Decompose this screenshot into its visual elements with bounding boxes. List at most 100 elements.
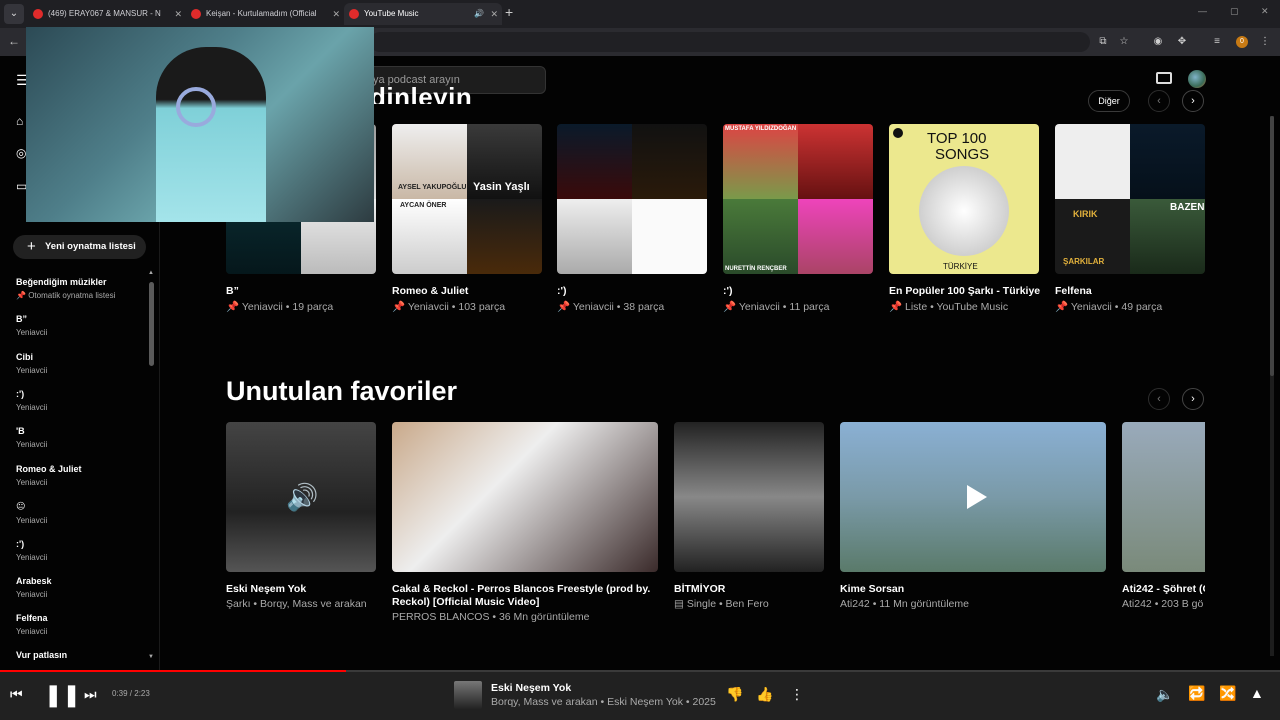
- card-title: Cakal & Reckol - Perros Blancos Freestyl…: [392, 583, 651, 608]
- album-art-text: MUSTAFA YILDIZDOĞAN: [725, 126, 797, 132]
- close-tab-icon[interactable]: ✕: [490, 3, 498, 25]
- sidebar-item[interactable]: Felfena Yeniavcii: [16, 613, 146, 636]
- sidebar-item-liked-music[interactable]: Beğendiğim müzikler 📌 Otomatik oynatma l…: [16, 277, 146, 300]
- sidebar-item-label: Cibi: [16, 352, 33, 362]
- carousel-prev-button[interactable]: ‹: [1148, 388, 1170, 410]
- play-icon[interactable]: [967, 485, 987, 509]
- now-playing-subtitle[interactable]: Borqy, Mass ve arakan • Eski Neşem Yok •…: [491, 696, 716, 708]
- card-title: Ati242 - Şöhret (O: [1122, 583, 1205, 595]
- back-arrow-icon[interactable]: ←: [8, 34, 20, 48]
- more-options-icon[interactable]: ⋮: [790, 686, 804, 703]
- album-art-text: KIRIK: [1073, 209, 1098, 219]
- previous-track-icon[interactable]: ⏮: [10, 686, 23, 703]
- minimize-icon[interactable]: —: [1198, 6, 1207, 16]
- expand-player-icon[interactable]: ▲: [1250, 685, 1264, 701]
- bookmark-star-icon[interactable]: ☆: [1118, 36, 1130, 48]
- sidebar-item[interactable]: B” Yeniavcii: [16, 314, 146, 337]
- playback-time: 0:39 / 2:23: [112, 689, 150, 698]
- tab-search-icon[interactable]: ⌄: [4, 4, 24, 24]
- sidebar-item[interactable]: Vur patlasın: [16, 650, 146, 660]
- sidebar-item[interactable]: Romeo & Juliet Yeniavcii: [16, 464, 146, 487]
- like-icon[interactable]: 👍: [756, 686, 773, 703]
- player-bar: ⏮ ❚❚ ⏭ 0:39 / 2:23 Eski Neşem Yok Borqy,…: [0, 672, 1280, 720]
- maximize-icon[interactable]: ▢: [1230, 6, 1239, 17]
- card-title: Eski Neşem Yok: [226, 583, 307, 595]
- scroll-down-icon[interactable]: ▼: [148, 654, 154, 660]
- song-thumbnail: [674, 422, 824, 572]
- card-title: BİTMİYOR: [674, 583, 726, 595]
- browser-tab-3[interactable]: YouTube Music 🔊 ✕: [344, 3, 502, 25]
- album-art-text: ŞARKILAR: [1063, 257, 1105, 266]
- now-playing-thumbnail[interactable]: [454, 681, 482, 709]
- pause-icon[interactable]: ❚❚: [44, 682, 81, 708]
- close-window-icon[interactable]: ✕: [1261, 6, 1269, 17]
- playlist-thumbnail: KIRIK ŞARKILAR BAZEN: [1055, 124, 1205, 274]
- video-thumbnail: [840, 422, 1106, 572]
- album-art-text: NURETTİN RENÇBER: [725, 266, 787, 272]
- incognito-icon[interactable]: ◉: [1152, 36, 1164, 48]
- section-title: Unutulan favoriler: [226, 376, 458, 406]
- cast-icon[interactable]: [1156, 72, 1172, 84]
- sidebar-item-sublabel: Yeniavcii: [16, 440, 48, 449]
- browser-tab-1[interactable]: (469) ERAY067 & MANSUR - N ✕: [28, 3, 186, 25]
- sidebar-item[interactable]: Arabesk Yeniavcii: [16, 576, 146, 599]
- page-scrollbar[interactable]: [1270, 116, 1274, 656]
- browser-tab-title: (469) ERAY067 & MANSUR - N: [48, 9, 161, 18]
- tab-audio-icon[interactable]: 🔊: [474, 3, 484, 25]
- webcam-overlay: [26, 27, 374, 222]
- sidebar-item[interactable]: 😐 Yeniavcii: [16, 501, 146, 525]
- card-title: B”: [226, 285, 239, 297]
- card-title: Felfena: [1055, 285, 1092, 297]
- card-subtitle: 📌 Yeniavcii • 103 parça: [392, 301, 506, 313]
- album-art-text: AYSEL YAKUPOĞLU: [398, 184, 467, 191]
- globe-art: [919, 166, 1009, 256]
- extension-badge[interactable]: 0: [1236, 36, 1248, 48]
- new-playlist-button[interactable]: + Yeni oynatma listesi: [13, 235, 146, 259]
- card-subtitle: 📌 Yeniavcii • 49 parça: [1055, 301, 1163, 313]
- new-tab-button[interactable]: +: [505, 4, 513, 20]
- sidebar-item-label: B”: [16, 314, 27, 324]
- card-subtitle: 📌 Yeniavcii • 11 parça: [723, 301, 830, 313]
- sidebar-item[interactable]: 'B Yeniavcii: [16, 426, 146, 449]
- playlist-thumbnail: TOP 100 SONGS TÜRKİYE: [889, 124, 1039, 274]
- sidebar-item[interactable]: :') Yeniavcii: [16, 389, 146, 412]
- volume-icon[interactable]: 🔈: [1156, 686, 1173, 703]
- pin-icon: 📌: [226, 301, 240, 313]
- sidebar-item[interactable]: :') Yeniavcii: [16, 539, 146, 562]
- more-menu-icon[interactable]: ⋮: [1259, 36, 1271, 48]
- browser-tab-2[interactable]: Keişan - Kurtulamadım (Official ✕: [186, 3, 344, 25]
- single-icon: ▤: [674, 598, 684, 610]
- close-tab-icon[interactable]: ✕: [174, 3, 182, 25]
- card-title: Romeo & Juliet: [392, 285, 469, 297]
- person-figure: [156, 47, 266, 222]
- shuffle-icon[interactable]: 🔀: [1219, 685, 1236, 702]
- playlist-thumbnail: [557, 124, 707, 274]
- address-bar[interactable]: [370, 32, 1090, 52]
- sidebar-item-label: Felfena: [16, 613, 48, 623]
- install-app-icon[interactable]: ⧉: [1097, 36, 1109, 48]
- card-subtitle: 📌 Yeniavcii • 38 parça: [557, 301, 665, 313]
- more-button[interactable]: Diğer: [1088, 90, 1130, 112]
- next-track-icon[interactable]: ⏭: [84, 686, 97, 703]
- extensions-icon[interactable]: ✥: [1176, 36, 1188, 48]
- media-control-icon[interactable]: ≡: [1211, 36, 1223, 48]
- sidebar-item-sublabel: Yeniavcii: [16, 553, 48, 562]
- carousel-next-button[interactable]: ›: [1182, 388, 1204, 410]
- sidebar-scrollbar[interactable]: [149, 282, 154, 366]
- sidebar-item-label: 😐: [16, 501, 26, 511]
- sidebar-item[interactable]: Cibi Yeniavcii: [16, 352, 146, 375]
- plus-icon: +: [27, 238, 36, 255]
- avatar[interactable]: [1188, 70, 1206, 88]
- pin-icon: 📌: [392, 301, 406, 313]
- carousel-prev-button[interactable]: ‹: [1148, 90, 1170, 112]
- sidebar-item-label: Arabesk: [16, 576, 52, 586]
- pin-icon: 📌: [557, 301, 571, 313]
- video-card[interactable]: Ati242 - Şöhret (O Ati242 • 203 B gö: [1122, 422, 1205, 622]
- dislike-icon[interactable]: 👎: [726, 686, 743, 703]
- now-playing-title[interactable]: Eski Neşem Yok: [491, 682, 571, 694]
- card-subtitle: Ati242 • 203 B gö: [1122, 598, 1204, 610]
- close-tab-icon[interactable]: ✕: [332, 3, 340, 25]
- scroll-up-icon[interactable]: ▲: [148, 270, 154, 276]
- repeat-icon[interactable]: 🔁: [1188, 685, 1205, 702]
- carousel-next-button[interactable]: ›: [1182, 90, 1204, 112]
